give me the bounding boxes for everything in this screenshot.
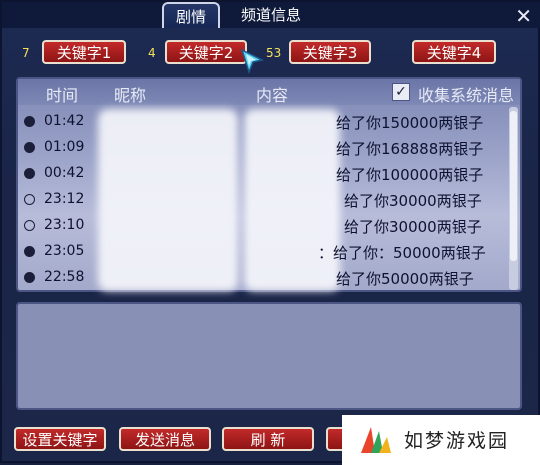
set-keyword-button[interactable]: 设置关键字 (14, 427, 106, 451)
unread-marker-icon (24, 194, 35, 205)
list-item[interactable]: 23:05 ：给了你：50000两银子 (18, 239, 508, 266)
message-time: 23:10 (44, 217, 85, 233)
message-content: 给了你100000两银子 (336, 166, 484, 184)
read-marker-icon (24, 272, 35, 283)
cursor-icon (240, 48, 265, 74)
message-content: 给了你50000两银子 (336, 270, 474, 288)
message-content: 给了你150000两银子 (336, 114, 484, 132)
read-marker-icon (24, 116, 35, 127)
message-list: 时间 昵称 内容 ✓ 收集系统消息 01:42 给了你150000两银子 01:… (16, 77, 522, 292)
close-icon[interactable]: ✕ (515, 4, 532, 28)
keyword2-count: 4 (148, 46, 156, 60)
keyword4-button[interactable]: 关键字4 (412, 40, 496, 64)
send-message-button[interactable]: 发送消息 (119, 427, 211, 451)
message-time: 23:12 (44, 191, 85, 207)
watermark-text: 如梦游戏园 (404, 430, 510, 452)
keyword2-button[interactable]: 关键字2 (165, 40, 247, 64)
unread-marker-icon (24, 220, 35, 231)
refresh-button[interactable]: 刷 新 (222, 427, 314, 451)
watermark: 如梦游戏园 (342, 415, 540, 465)
list-header: 时间 昵称 内容 ✓ 收集系统消息 (18, 79, 520, 105)
tab-story[interactable]: 剧情 (162, 2, 220, 28)
list-scroll-thumb[interactable] (510, 111, 517, 261)
list-item[interactable]: 00:42 给了你100000两银子 (18, 161, 508, 188)
read-marker-icon (24, 142, 35, 153)
message-time: 23:05 (44, 243, 85, 259)
column-content: 内容 (256, 86, 289, 105)
read-marker-icon (24, 246, 35, 257)
keyword3-button[interactable]: 关键字3 (289, 40, 371, 64)
message-content: 给了你30000两银子 (344, 218, 482, 236)
message-time: 00:42 (44, 165, 85, 181)
keyword1-count: 7 (22, 46, 30, 60)
list-item[interactable]: 23:10 给了你30000两银子 (18, 213, 508, 240)
message-panel: 剧情 频道信息 ✕ 7 关键字1 4 关键字2 53 关键字3 关键字4 时间 … (0, 0, 540, 465)
watermark-logo-icon (361, 427, 391, 453)
message-content: 给了你30000两银子 (344, 192, 482, 210)
message-content: 给了你168888两银子 (336, 140, 484, 158)
tab-channel-info[interactable]: 频道信息 (232, 2, 310, 28)
read-marker-icon (24, 168, 35, 179)
tab-bar: 剧情 频道信息 ✕ (2, 2, 540, 28)
list-item[interactable]: 01:42 给了你150000两银子 (18, 109, 508, 136)
collect-system-label: 收集系统消息 (418, 86, 515, 105)
message-time: 22:58 (44, 269, 85, 285)
message-content: ：给了你：50000两银子 (318, 244, 486, 262)
list-item[interactable]: 01:09 给了你168888两银子 (18, 135, 508, 162)
keyword3-count: 53 (266, 46, 282, 60)
message-time: 01:09 (44, 139, 85, 155)
message-time: 01:42 (44, 113, 85, 129)
list-item[interactable]: 22:58 给了你50000两银子 (18, 265, 508, 292)
column-nickname: 昵称 (114, 86, 147, 105)
message-input-area[interactable] (16, 302, 522, 410)
keyword1-button[interactable]: 关键字1 (42, 40, 126, 64)
column-time: 时间 (46, 86, 79, 105)
list-item[interactable]: 23:12 给了你30000两银子 (18, 187, 508, 214)
collect-system-checkbox[interactable]: ✓ (392, 83, 410, 101)
